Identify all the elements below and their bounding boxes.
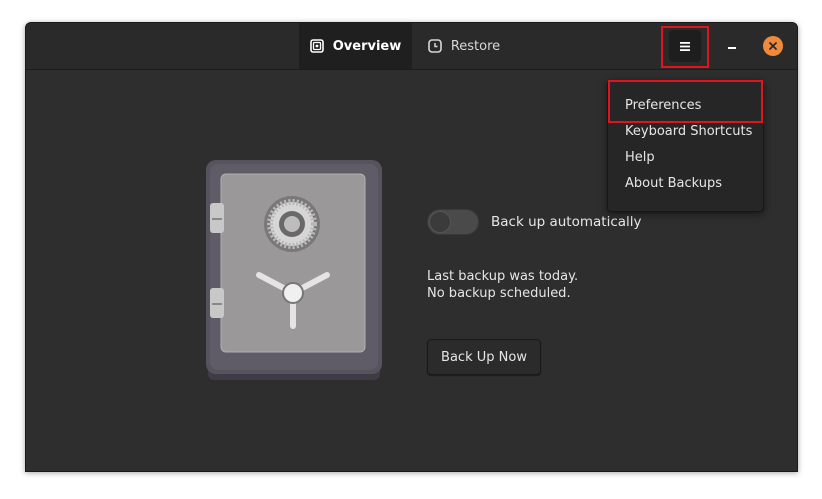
menu-item-about[interactable]: About Backups (625, 176, 722, 191)
menu-button-highlight (661, 26, 709, 68)
minimize-button[interactable] (721, 35, 743, 57)
preferences-highlight (608, 80, 763, 123)
minimize-icon (728, 47, 736, 49)
last-backup-text: Last backup was today. (427, 269, 579, 284)
tab-restore-label: Restore (450, 38, 501, 54)
safe-illustration (206, 160, 382, 380)
close-button[interactable] (763, 36, 783, 56)
tab-overview[interactable]: Overview (299, 23, 412, 69)
menu-item-keyboard-shortcuts[interactable]: Keyboard Shortcuts (625, 124, 752, 139)
header-bar: Overview Restore (26, 23, 797, 70)
backup-status: Last backup was today. No backup schedul… (427, 268, 578, 302)
close-icon (769, 42, 777, 50)
back-up-now-button[interactable]: Back Up Now (427, 339, 541, 375)
clock-icon (428, 39, 442, 53)
auto-backup-label: Back up automatically (491, 214, 642, 230)
auto-backup-row: Back up automatically (427, 209, 642, 235)
tab-overview-label: Overview (332, 38, 402, 54)
toggle-knob (429, 211, 451, 233)
schedule-text: No backup scheduled. (427, 286, 571, 301)
menu-item-help[interactable]: Help (625, 150, 655, 165)
overview-icon (309, 39, 324, 53)
tab-restore[interactable]: Restore (412, 23, 516, 69)
auto-backup-toggle[interactable] (427, 209, 479, 235)
